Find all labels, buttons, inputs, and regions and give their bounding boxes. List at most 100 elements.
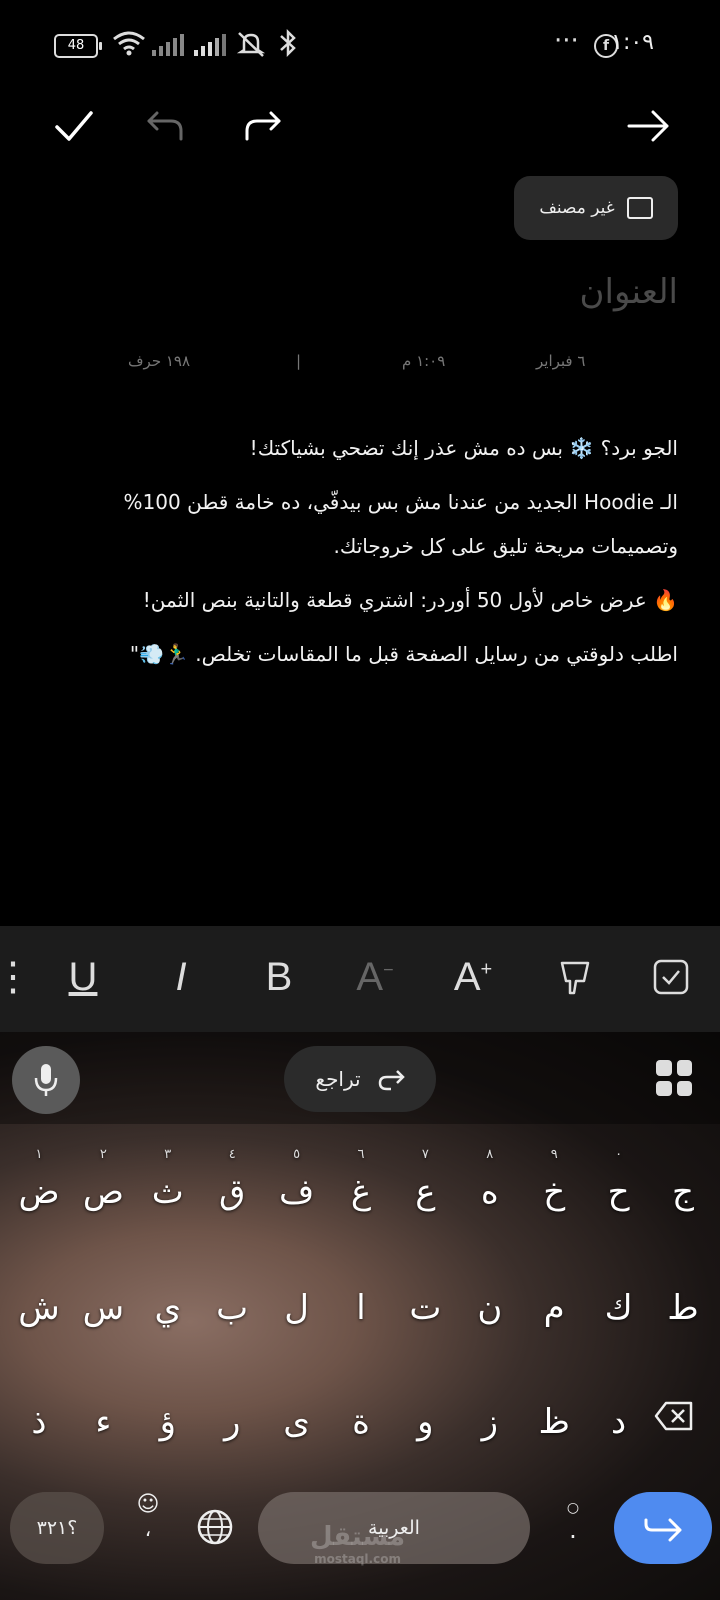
key-number-hint: ٨ xyxy=(486,1147,494,1162)
note-paragraph: الجو برد؟ ❄️ بس ده مش عذر إنك تضحي بشياك… xyxy=(249,436,678,460)
symbols-key[interactable]: ؟٣٢١ xyxy=(10,1492,104,1564)
key-row2[interactable]: ش xyxy=(6,1282,72,1382)
emoji-comma-key[interactable]: ☺ ، xyxy=(130,1492,166,1564)
battery-icon: 48 xyxy=(54,34,102,58)
period-key[interactable]: ○ . xyxy=(558,1500,588,1544)
key-number-hint: ٦ xyxy=(357,1147,365,1162)
ring-icon: ○ xyxy=(566,1500,580,1516)
key-row1[interactable]: ٥ف xyxy=(264,1144,330,1244)
undo-icon xyxy=(147,111,183,141)
key-row1[interactable]: ٢ص xyxy=(70,1144,136,1244)
key-label: ا xyxy=(356,1288,366,1328)
checkbox-button[interactable] xyxy=(644,950,698,1004)
key-number-hint: ٥ xyxy=(293,1147,301,1162)
key-label: ق xyxy=(218,1172,246,1212)
key-row1[interactable]: ٩خ xyxy=(521,1144,587,1244)
note-body[interactable]: الجو برد؟ ❄️ بس ده مش عذر إنك تضحي بشياك… xyxy=(38,426,678,686)
italic-button[interactable]: I xyxy=(154,950,208,1004)
note-paragraph: الـ Hoodie الجديد من عندنا مش بس بيدفّي،… xyxy=(123,490,678,558)
more-icon[interactable]: ⋮ xyxy=(0,950,40,1004)
note-date: ٦ فبراير xyxy=(536,352,586,370)
key-label: ذ xyxy=(31,1402,47,1442)
backspace-key[interactable] xyxy=(654,1400,694,1436)
key-label: ط xyxy=(667,1288,699,1328)
language-key[interactable] xyxy=(196,1508,234,1550)
bold-button[interactable]: B xyxy=(252,950,306,1004)
key-row2[interactable]: ا xyxy=(328,1282,394,1382)
key-row3[interactable]: ة xyxy=(328,1396,394,1496)
undo-label: تراجع xyxy=(315,1067,361,1091)
key-row3[interactable]: د xyxy=(586,1396,652,1496)
key-label: ظ xyxy=(538,1402,570,1442)
key-label: و xyxy=(417,1402,434,1442)
key-row1[interactable]: ١ض xyxy=(6,1144,72,1244)
save-check-button[interactable] xyxy=(44,96,104,156)
bluetooth-icon xyxy=(278,28,298,62)
key-label: د xyxy=(611,1402,627,1442)
key-row2[interactable]: م xyxy=(521,1282,587,1382)
key-number-hint: ٣ xyxy=(164,1147,172,1162)
key-row2[interactable]: ط xyxy=(650,1282,716,1382)
key-row1[interactable]: ٧ع xyxy=(392,1144,458,1244)
keyboard-menu-grid-icon[interactable] xyxy=(656,1060,692,1096)
key-row1[interactable]: ٦غ xyxy=(328,1144,394,1244)
key-row2[interactable]: ت xyxy=(392,1282,458,1382)
note-paragraph: 🔥 عرض خاص لأول 50 أوردر: اشتري قطعة والت… xyxy=(142,588,678,612)
key-label: ص xyxy=(82,1172,124,1212)
highlighter-icon xyxy=(560,961,590,995)
globe-icon xyxy=(197,1509,233,1545)
key-label: س xyxy=(82,1288,125,1328)
key-row3[interactable]: و xyxy=(392,1396,458,1496)
underline-button[interactable]: U xyxy=(56,950,110,1004)
highlighter-button[interactable] xyxy=(548,950,602,1004)
back-button[interactable] xyxy=(618,96,678,156)
key-label: ء xyxy=(95,1402,112,1442)
note-time: ١:٠٩ م xyxy=(402,352,446,370)
symbols-key-label: ؟٣٢١ xyxy=(36,1517,78,1539)
key-row1[interactable]: ٤ق xyxy=(199,1144,265,1244)
enter-key[interactable] xyxy=(614,1492,712,1564)
signal-icon xyxy=(194,34,228,60)
key-row3[interactable]: ذ xyxy=(6,1396,72,1496)
key-row3[interactable]: ر xyxy=(199,1396,265,1496)
status-time: ١:٠٩ xyxy=(611,30,654,55)
key-label: ل xyxy=(284,1288,309,1328)
font-size-decrease-button[interactable]: A− xyxy=(348,950,402,1004)
voice-input-button[interactable] xyxy=(12,1046,80,1114)
underline-icon: U xyxy=(68,954,98,999)
category-button[interactable]: غير مصنف xyxy=(514,176,678,240)
key-label: ه xyxy=(480,1172,499,1212)
period-label: . xyxy=(569,1516,577,1544)
key-row3[interactable]: ظ xyxy=(521,1396,587,1496)
key-row1[interactable]: ٣ث xyxy=(135,1144,201,1244)
key-row1[interactable]: ج xyxy=(650,1144,716,1244)
undo-button[interactable] xyxy=(136,96,196,156)
key-row1[interactable]: ٠ح xyxy=(586,1144,652,1244)
key-row3[interactable]: ز xyxy=(457,1396,523,1496)
comma-label: ، xyxy=(144,1517,152,1541)
key-row1[interactable]: ٨ه xyxy=(457,1144,523,1244)
emoji-icon: ☺ xyxy=(136,1492,160,1517)
key-label: خ xyxy=(543,1172,566,1212)
key-row3[interactable]: ى xyxy=(264,1396,330,1496)
char-count: ١٩٨ حرف xyxy=(128,352,191,370)
font-size-increase-icon: A+ xyxy=(453,954,493,999)
key-label: ث xyxy=(151,1172,184,1212)
key-row3[interactable]: ء xyxy=(70,1396,136,1496)
key-row2[interactable]: ك xyxy=(586,1282,652,1382)
key-label: ن xyxy=(477,1288,503,1328)
key-row2[interactable]: ي xyxy=(135,1282,201,1382)
redo-button[interactable] xyxy=(232,96,292,156)
font-size-increase-button[interactable]: A+ xyxy=(446,950,500,1004)
key-row3[interactable]: ؤ xyxy=(135,1396,201,1496)
forward-arrow-icon xyxy=(627,110,669,142)
key-label: ج xyxy=(672,1172,694,1212)
key-row2[interactable]: ب xyxy=(199,1282,265,1382)
key-row2[interactable]: ن xyxy=(457,1282,523,1382)
note-title-field[interactable]: العنوان xyxy=(580,272,678,312)
key-row2[interactable]: ل xyxy=(264,1282,330,1382)
key-row2[interactable]: س xyxy=(70,1282,136,1382)
key-number-hint xyxy=(650,1144,716,1166)
keyboard-undo-button[interactable]: تراجع xyxy=(284,1046,436,1112)
key-label: ك xyxy=(604,1288,633,1328)
